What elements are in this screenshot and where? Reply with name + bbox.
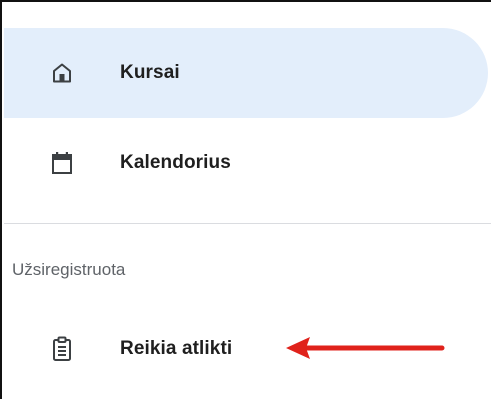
section-header-enrolled: Užsiregistruota [12,260,126,279]
sidebar-item-kursai[interactable]: Kursai [4,28,488,118]
calendar-icon [42,143,82,183]
home-icon [42,53,82,93]
sidebar-divider [4,223,491,224]
sidebar-item-label: Kursai [120,62,180,83]
sidebar-item-label: Reikia atlikti [120,338,233,359]
clipboard-icon [42,329,82,369]
sidebar-item-kalendorius[interactable]: Kalendorius [4,118,488,208]
sidebar-frame: Kursai Kalendorius Užsiregistruota Reiki… [0,0,491,399]
sidebar-item-label: Kalendorius [120,152,231,173]
annotation-arrow [286,337,445,359]
